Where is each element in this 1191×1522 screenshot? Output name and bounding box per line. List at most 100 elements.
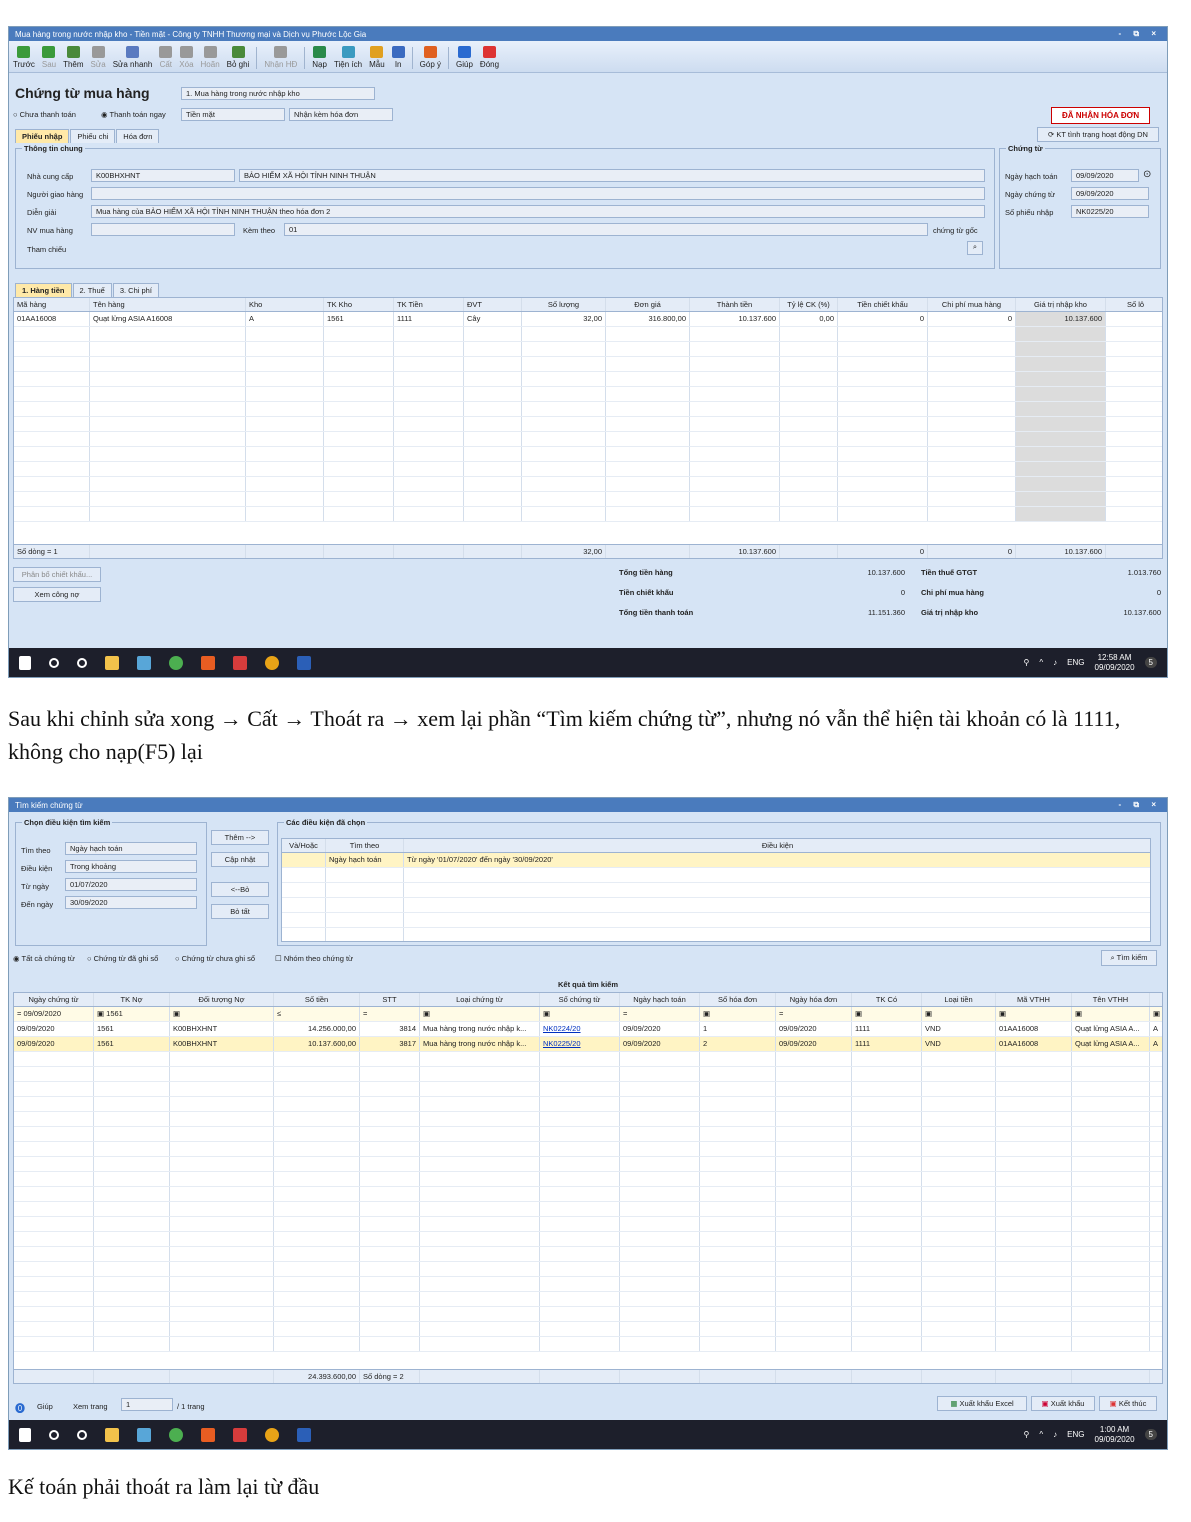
table-cell[interactable]: 0	[838, 312, 928, 326]
column-header[interactable]: Tên VTHH	[1072, 993, 1150, 1006]
filter-cell[interactable]: =	[620, 1007, 700, 1021]
receipt-no-input[interactable]: NK0225/20	[1071, 205, 1149, 218]
to-date-input[interactable]: 30/09/2020	[65, 896, 197, 909]
toolbar-button[interactable]: In	[391, 46, 405, 69]
column-header[interactable]: Ngày hạch toán	[620, 993, 700, 1006]
file-explorer-icon[interactable]	[105, 655, 119, 670]
app-icon[interactable]	[169, 1427, 183, 1442]
column-header[interactable]: Tỷ lệ CK (%)	[780, 298, 838, 311]
table-row[interactable]	[14, 1262, 1162, 1277]
payment-method-select[interactable]: Tiền mặt	[181, 108, 285, 121]
table-row[interactable]	[282, 883, 1150, 898]
toolbar-button[interactable]: Sau	[42, 46, 56, 69]
table-row[interactable]	[14, 1097, 1162, 1112]
toolbar-button[interactable]: Giúp	[456, 46, 473, 69]
table-cell[interactable]: 09/09/2020	[620, 1037, 700, 1051]
search-icon[interactable]: ⌕	[967, 241, 983, 255]
table-row[interactable]	[14, 327, 1162, 342]
table-row[interactable]	[14, 357, 1162, 372]
table-row[interactable]	[14, 387, 1162, 402]
column-header[interactable]: TK Tiền	[394, 298, 464, 311]
table-row[interactable]	[282, 868, 1150, 883]
table-row[interactable]	[14, 1172, 1162, 1187]
table-row[interactable]	[282, 913, 1150, 928]
column-header[interactable]: Loại tiền	[922, 993, 996, 1006]
language-indicator[interactable]: ENG	[1067, 658, 1084, 667]
radio-unpaid[interactable]: ○ Chưa thanh toán	[13, 110, 76, 119]
table-cell[interactable]: VND	[922, 1037, 996, 1051]
column-header[interactable]: TK Nợ	[94, 993, 170, 1006]
office-icon[interactable]	[201, 1427, 215, 1442]
toolbar-button[interactable]: Góp ý	[420, 46, 441, 69]
tab-cost[interactable]: 3. Chi phí	[112, 283, 159, 297]
chrome-icon[interactable]	[265, 1427, 279, 1442]
column-header[interactable]: Loại chứng từ	[420, 993, 540, 1006]
supplier-code-input[interactable]: K00BHXHNT	[91, 169, 235, 182]
table-cell[interactable]: 01AA16008	[996, 1022, 1072, 1036]
notification-badge[interactable]: 5	[1144, 1429, 1157, 1440]
tab-goods[interactable]: 1. Hàng tiền	[15, 283, 72, 297]
table-cell[interactable]: 3814	[360, 1022, 420, 1036]
table-row[interactable]	[14, 342, 1162, 357]
table-cell[interactable]: 1561	[324, 312, 394, 326]
filter-cell[interactable]: = 09/09/2020	[14, 1007, 94, 1021]
toolbar-button[interactable]: Trước	[13, 46, 35, 69]
table-cell[interactable]: NK0224/20	[540, 1022, 620, 1036]
table-row[interactable]	[14, 447, 1162, 462]
table-cell[interactable]: K00BHXHNT	[170, 1022, 274, 1036]
table-row[interactable]	[282, 928, 1150, 941]
table-row[interactable]	[14, 1052, 1162, 1067]
toolbar-button[interactable]: Nạp	[312, 46, 327, 69]
help-button[interactable]: Giúp	[37, 1402, 53, 1411]
table-cell[interactable]: K00BHXHNT	[170, 1037, 274, 1051]
table-row[interactable]	[14, 417, 1162, 432]
table-row[interactable]	[14, 1157, 1162, 1172]
export-excel-button[interactable]: ▦ Xuất khẩu Excel	[937, 1396, 1027, 1411]
table-cell[interactable]: 10.137.600,00	[274, 1037, 360, 1051]
column-header[interactable]: TK Kho	[324, 298, 394, 311]
app-icon[interactable]	[137, 1427, 151, 1442]
voucher-type-select[interactable]: 1. Mua hàng trong nước nhập kho	[181, 87, 375, 100]
word-icon[interactable]	[297, 655, 311, 670]
office-icon[interactable]	[201, 655, 215, 670]
table-row[interactable]	[14, 507, 1162, 522]
check-status-button[interactable]: ⟳ KT tình trạng hoạt động DN	[1037, 127, 1159, 142]
table-row[interactable]	[14, 1067, 1162, 1082]
language-indicator[interactable]: ENG	[1067, 1430, 1084, 1439]
tab-payment[interactable]: Phiếu chi	[70, 129, 116, 143]
table-cell[interactable]: 1111	[394, 312, 464, 326]
toolbar-button[interactable]: Cất	[159, 46, 173, 69]
filter-cell[interactable]: ≤	[274, 1007, 360, 1021]
tab-receipt[interactable]: Phiếu nhập	[15, 129, 70, 143]
table-cell[interactable]: 01AA16008	[14, 312, 90, 326]
table-cell[interactable]: 1111	[852, 1037, 922, 1051]
cortana-icon[interactable]	[77, 1429, 87, 1440]
window-controls[interactable]: - ⧉ ×	[1119, 800, 1162, 810]
column-header[interactable]: Thành tiền	[690, 298, 780, 311]
supplier-name-input[interactable]: BẢO HIỂM XÃ HỘI TỈNH NINH THUẬN	[239, 169, 985, 182]
filter-cell[interactable]: ▣	[540, 1007, 620, 1021]
description-input[interactable]: Mua hàng của BẢO HIỂM XÃ HỘI TỈNH NINH T…	[91, 205, 985, 218]
table-cell[interactable]: NK0225/20	[540, 1037, 620, 1051]
table-cell[interactable]: Cây	[464, 312, 522, 326]
toolbar-button[interactable]: Bỏ ghi	[227, 46, 249, 69]
search-icon[interactable]	[49, 1429, 59, 1440]
misa-icon[interactable]	[233, 655, 247, 670]
attach-input[interactable]: 01	[284, 223, 928, 236]
search-by-select[interactable]: Ngày hạch toán	[65, 842, 197, 855]
table-cell[interactable]: 1111	[852, 1022, 922, 1036]
calendar-icon[interactable]: ⊙	[1143, 169, 1151, 180]
misa-icon[interactable]	[233, 1427, 247, 1442]
table-row[interactable]	[14, 1217, 1162, 1232]
filter-cell[interactable]: ▣	[170, 1007, 274, 1021]
table-cell[interactable]: 1561	[94, 1022, 170, 1036]
column-header[interactable]: STT	[360, 993, 420, 1006]
column-header[interactable]: Số lô	[1106, 298, 1162, 311]
volume-icon[interactable]: ♪	[1053, 658, 1057, 667]
table-cell[interactable]: 10.137.600	[1016, 312, 1106, 326]
toolbar-button[interactable]: Hoãn	[201, 46, 220, 69]
filter-cell[interactable]: ▣	[700, 1007, 776, 1021]
toolbar-button[interactable]: Nhận HĐ	[264, 46, 297, 69]
table-cell[interactable]: Quạt lửng ASIA A...	[1072, 1022, 1150, 1036]
table-row[interactable]	[14, 477, 1162, 492]
